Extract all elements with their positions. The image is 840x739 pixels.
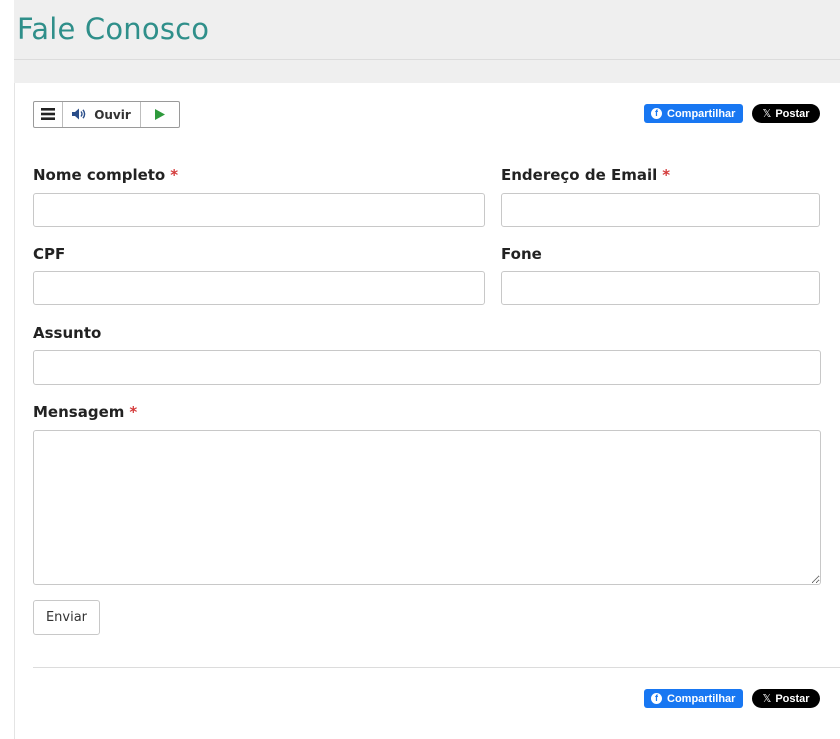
- email-label-text: Endereço de Email: [501, 166, 658, 184]
- page-title: Fale Conosco: [17, 12, 210, 46]
- facebook-logo-icon: f: [651, 693, 662, 704]
- x-post-label: Postar: [775, 107, 810, 120]
- x-logo-icon: 𝕏: [762, 108, 772, 120]
- required-marker: *: [129, 403, 138, 421]
- facebook-share-button[interactable]: f Compartilhar: [644, 104, 744, 123]
- x-post-label: Postar: [775, 692, 810, 705]
- subject-input[interactable]: [33, 350, 821, 385]
- content-left-border: [14, 0, 15, 739]
- header-divider: [14, 59, 840, 60]
- share-bar-bottom: f Compartilhar 𝕏 Postar: [644, 689, 820, 708]
- facebook-share-label: Compartilhar: [667, 107, 736, 120]
- facebook-logo-icon: f: [651, 108, 662, 119]
- message-textarea[interactable]: [33, 430, 821, 585]
- footer-divider: [33, 667, 840, 668]
- submit-button[interactable]: Enviar: [33, 600, 100, 635]
- email-label: Endereço de Email *: [501, 166, 670, 184]
- cpf-label: CPF: [33, 245, 66, 263]
- message-label-text: Mensagem: [33, 403, 125, 421]
- full-name-input[interactable]: [33, 193, 485, 227]
- facebook-share-label: Compartilhar: [667, 692, 736, 705]
- read-aloud-toolbar: Ouvir: [33, 101, 180, 128]
- listen-button[interactable]: Ouvir: [63, 102, 141, 127]
- speaker-icon: [72, 105, 88, 124]
- hamburger-menu-icon: [41, 105, 55, 124]
- play-icon: [155, 105, 165, 124]
- required-marker: *: [170, 166, 179, 184]
- cpf-input[interactable]: [33, 271, 485, 305]
- full-name-label-text: Nome completo: [33, 166, 166, 184]
- toolbar-menu-button[interactable]: [34, 102, 63, 127]
- x-post-button[interactable]: 𝕏 Postar: [752, 104, 820, 123]
- x-post-button[interactable]: 𝕏 Postar: [752, 689, 820, 708]
- subject-label: Assunto: [33, 324, 102, 342]
- phone-input[interactable]: [501, 271, 820, 305]
- email-input[interactable]: [501, 193, 820, 227]
- share-bar-top: f Compartilhar 𝕏 Postar: [644, 104, 820, 123]
- play-button[interactable]: [141, 102, 179, 127]
- facebook-share-button[interactable]: f Compartilhar: [644, 689, 744, 708]
- full-name-label: Nome completo *: [33, 166, 178, 184]
- message-label: Mensagem *: [33, 403, 137, 421]
- required-marker: *: [662, 166, 671, 184]
- phone-label: Fone: [501, 245, 542, 263]
- listen-label: Ouvir: [94, 107, 131, 122]
- x-logo-icon: 𝕏: [762, 693, 772, 705]
